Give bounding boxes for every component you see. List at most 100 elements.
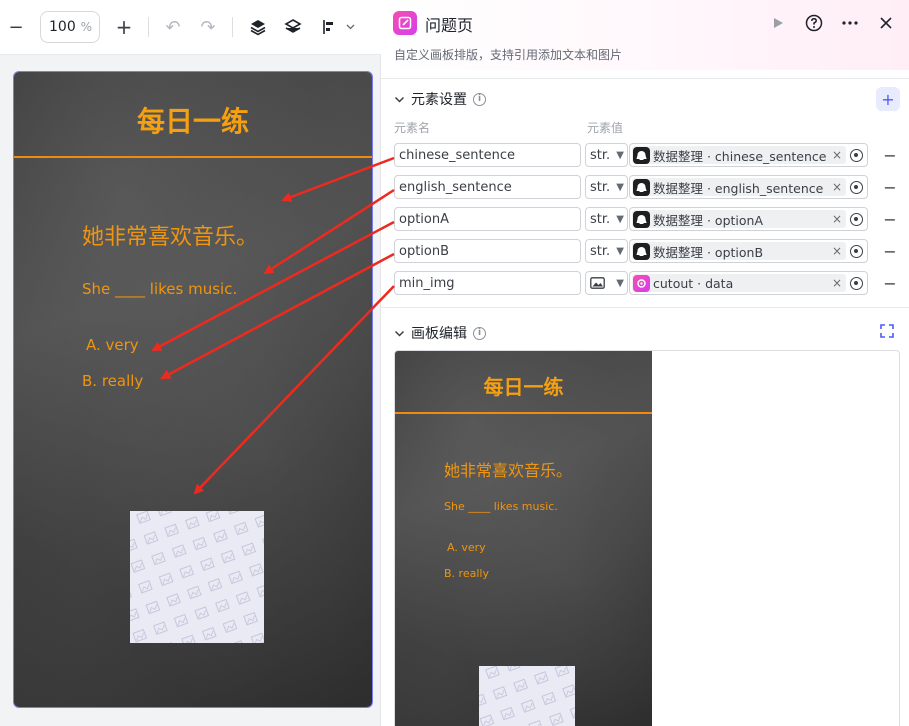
canvas-artboard[interactable]: 每日一练 她非常喜欢音乐。 She ____ likes music. A. v… bbox=[13, 71, 373, 708]
info-icon: i bbox=[473, 326, 486, 340]
column-header-value: 元素值 bbox=[587, 121, 624, 135]
variable-picker-icon[interactable] bbox=[850, 245, 863, 258]
chevron-down-icon bbox=[394, 96, 405, 103]
canvas-preview[interactable]: 每日一练 她非常喜欢音乐。 She ____ likes music. A. v… bbox=[394, 350, 900, 726]
poster-option-a[interactable]: A. very bbox=[86, 336, 139, 354]
element-row: optionA str. ▼ 数据整理 · optionA × − bbox=[394, 207, 904, 231]
preview-image-placeholder bbox=[479, 666, 575, 726]
image-type-icon bbox=[590, 277, 605, 289]
elements-section-header[interactable]: 元素设置 i bbox=[394, 89, 486, 109]
element-type-select[interactable]: ▼ bbox=[585, 271, 628, 295]
workflow-editor: − 100 % + ↶ ↷ 每日一练 她非常喜欢音乐。 She ____ lik… bbox=[0, 0, 909, 726]
info-icon: i bbox=[473, 92, 486, 106]
add-element-button[interactable]: + bbox=[876, 87, 900, 111]
element-row: optionB str. ▼ 数据整理 · optionB × − bbox=[394, 239, 904, 263]
zoom-input[interactable]: 100 % bbox=[40, 11, 100, 43]
data-node-icon bbox=[633, 242, 650, 260]
data-node-icon bbox=[633, 146, 650, 164]
undo-icon[interactable]: ↶ bbox=[162, 16, 184, 38]
column-header-name: 元素名 bbox=[394, 121, 431, 135]
clear-reference-icon[interactable]: × bbox=[832, 276, 842, 290]
value-reference-tag: cutout · data × bbox=[632, 274, 846, 292]
preview-option-b: B. really bbox=[444, 567, 489, 580]
remove-element-button[interactable]: − bbox=[882, 271, 898, 295]
canvas-pane: − 100 % + ↶ ↷ 每日一练 她非常喜欢音乐。 She ____ lik… bbox=[0, 0, 381, 726]
properties-panel: 问题页 自定义画板排版，支持引用添加文本和图片 元素设置 i + 元素名 元素值… bbox=[381, 0, 909, 726]
clear-reference-icon[interactable]: × bbox=[832, 212, 842, 226]
remove-element-button[interactable]: − bbox=[882, 207, 898, 231]
remove-element-button[interactable]: − bbox=[882, 175, 898, 199]
element-row: english_sentence str. ▼ 数据整理 · english_se… bbox=[394, 175, 904, 199]
element-row: chinese_sentence str. ▼ 数据整理 · chinese_se… bbox=[394, 143, 904, 167]
element-name-input[interactable]: optionB bbox=[394, 239, 581, 263]
element-type-select[interactable]: str. ▼ bbox=[585, 207, 628, 231]
zoom-in-button[interactable]: + bbox=[113, 15, 135, 39]
element-name-input[interactable]: english_sentence bbox=[394, 175, 581, 199]
poster-divider bbox=[14, 156, 372, 158]
element-type-select[interactable]: str. ▼ bbox=[585, 239, 628, 263]
clear-reference-icon[interactable]: × bbox=[832, 244, 842, 258]
edit-page-icon bbox=[393, 11, 417, 35]
clear-reference-icon[interactable]: × bbox=[832, 180, 842, 194]
canvas-section-title: 画板编辑 bbox=[411, 326, 467, 342]
element-type-select[interactable]: str. ▼ bbox=[585, 175, 628, 199]
poster-option-b[interactable]: B. really bbox=[82, 372, 143, 390]
preview-title: 每日一练 bbox=[483, 375, 564, 399]
preview-chinese-sentence: 她非常喜欢音乐。 bbox=[444, 461, 573, 480]
value-reference-tag: 数据整理 · optionB × bbox=[632, 242, 846, 260]
layers-icon[interactable] bbox=[282, 16, 304, 38]
chevron-down-icon: ▼ bbox=[616, 149, 624, 161]
poster-title[interactable]: 每日一练 bbox=[14, 100, 372, 140]
expand-icon[interactable] bbox=[880, 324, 894, 338]
more-icon[interactable] bbox=[839, 12, 861, 34]
preview-divider bbox=[395, 412, 652, 414]
clear-reference-icon[interactable]: × bbox=[832, 148, 842, 162]
element-row: min_img ▼ cutout · data × − bbox=[394, 271, 904, 295]
element-value-field[interactable]: 数据整理 · english_sentence × bbox=[629, 175, 868, 199]
element-value-field[interactable]: 数据整理 · chinese_sentence × bbox=[629, 143, 868, 167]
help-icon[interactable] bbox=[803, 12, 825, 34]
element-name-input[interactable]: chinese_sentence bbox=[394, 143, 581, 167]
cutout-node-icon bbox=[633, 274, 650, 292]
chevron-down-icon: ▼ bbox=[616, 213, 624, 225]
variable-picker-icon[interactable] bbox=[850, 181, 863, 194]
value-reference-tag: 数据整理 · optionA × bbox=[632, 210, 846, 228]
data-node-icon bbox=[633, 210, 650, 228]
close-icon[interactable] bbox=[875, 12, 897, 34]
element-name-input[interactable]: min_img bbox=[394, 271, 581, 295]
zoom-out-button[interactable]: − bbox=[6, 16, 26, 38]
canvas-toolbar: − 100 % + ↶ ↷ bbox=[0, 0, 381, 55]
panel-title: 问题页 bbox=[425, 16, 474, 35]
bring-forward-icon[interactable] bbox=[247, 16, 269, 38]
preview-artboard: 每日一练 她非常喜欢音乐。 She ____ likes music. A. v… bbox=[395, 351, 652, 726]
variable-picker-icon[interactable] bbox=[850, 277, 863, 290]
poster-english-sentence[interactable]: She ____ likes music. bbox=[82, 280, 237, 298]
element-value-field[interactable]: 数据整理 · optionA × bbox=[629, 207, 868, 231]
remove-element-button[interactable]: − bbox=[882, 143, 898, 167]
variable-picker-icon[interactable] bbox=[850, 213, 863, 226]
preview-english-sentence: She ____ likes music. bbox=[444, 500, 558, 513]
value-reference-tag: 数据整理 · english_sentence × bbox=[632, 178, 846, 196]
chevron-down-icon: ▼ bbox=[616, 181, 624, 193]
panel-description: 自定义画板排版，支持引用添加文本和图片 bbox=[394, 48, 623, 62]
chevron-down-icon: ▼ bbox=[616, 277, 624, 289]
element-value-field[interactable]: cutout · data × bbox=[629, 271, 868, 295]
element-type-select[interactable]: str. ▼ bbox=[585, 143, 628, 167]
redo-icon[interactable]: ↷ bbox=[197, 16, 219, 38]
canvas-section-header[interactable]: 画板编辑 i bbox=[394, 323, 486, 343]
poster-chinese-sentence[interactable]: 她非常喜欢音乐。 bbox=[82, 219, 258, 251]
zoom-unit: % bbox=[80, 20, 92, 34]
element-name-input[interactable]: optionA bbox=[394, 207, 581, 231]
variable-picker-icon[interactable] bbox=[850, 149, 863, 162]
chevron-down-icon bbox=[394, 330, 405, 337]
align-left-icon[interactable] bbox=[320, 16, 358, 38]
value-reference-tag: 数据整理 · chinese_sentence × bbox=[632, 146, 846, 164]
element-value-field[interactable]: 数据整理 · optionB × bbox=[629, 239, 868, 263]
data-node-icon bbox=[633, 178, 650, 196]
remove-element-button[interactable]: − bbox=[882, 239, 898, 263]
elements-section-title: 元素设置 bbox=[411, 92, 467, 108]
chevron-down-icon: ▼ bbox=[616, 245, 624, 257]
image-placeholder[interactable] bbox=[130, 511, 264, 643]
zoom-value: 100 bbox=[49, 19, 76, 35]
run-icon[interactable] bbox=[767, 12, 789, 34]
